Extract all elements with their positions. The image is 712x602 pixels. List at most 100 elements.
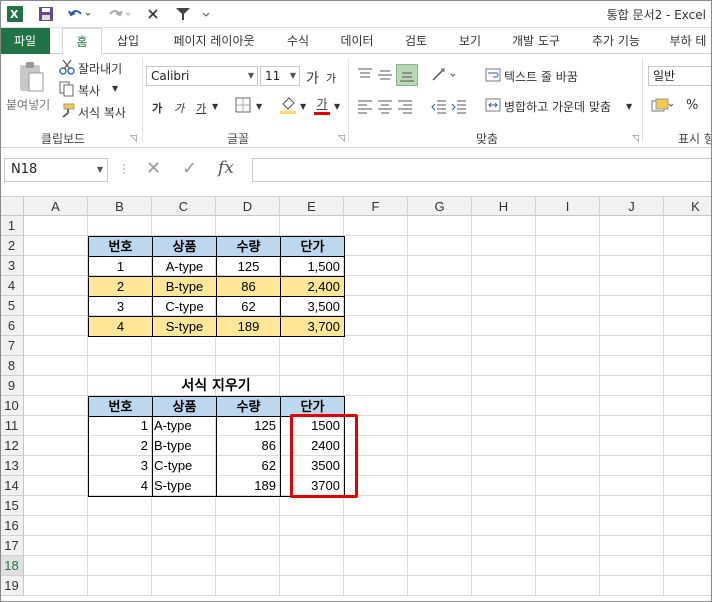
row-header[interactable]: 17 xyxy=(0,536,24,556)
column-header[interactable]: A xyxy=(24,196,88,216)
table1-cell[interactable]: 125 xyxy=(216,256,281,277)
shrink-font-button[interactable]: 가 xyxy=(326,70,336,86)
table2-cell[interactable]: C-type xyxy=(152,456,217,477)
row-header[interactable]: 10 xyxy=(0,396,24,416)
orientation-icon[interactable] xyxy=(430,66,460,84)
formula-input[interactable] xyxy=(252,158,712,182)
name-box[interactable]: N18 ▼ xyxy=(4,158,108,182)
table1-header-cell[interactable]: 단가 xyxy=(280,236,345,257)
fill-color-icon[interactable] xyxy=(278,94,298,116)
fill-dropdown-icon[interactable]: ▼ xyxy=(300,102,306,111)
table1-header-cell[interactable]: 수량 xyxy=(216,236,281,257)
row-header[interactable]: 4 xyxy=(0,276,24,296)
row-header[interactable]: 5 xyxy=(0,296,24,316)
table2-cell[interactable]: 62 xyxy=(216,456,281,477)
insert-function-icon[interactable]: fx xyxy=(218,158,234,178)
accounting-format-icon[interactable] xyxy=(650,96,674,116)
font-size-select[interactable]: 11 ▼ xyxy=(260,66,300,86)
close-x-icon[interactable] xyxy=(144,4,162,24)
column-header[interactable]: K xyxy=(664,196,712,216)
tab-formulas[interactable]: 수식 xyxy=(278,28,318,54)
align-left-icon[interactable] xyxy=(356,98,374,116)
tab-view[interactable]: 보기 xyxy=(450,28,490,54)
wrap-text-icon[interactable] xyxy=(484,66,502,84)
table2-cell[interactable]: 125 xyxy=(216,416,281,437)
tab-insert[interactable]: 삽입 xyxy=(108,28,148,54)
row-header[interactable]: 11 xyxy=(0,416,24,436)
underline-dropdown-icon[interactable]: ▼ xyxy=(212,102,218,111)
font-name-select[interactable]: Calibri ▼ xyxy=(146,66,258,86)
row-header[interactable]: 12 xyxy=(0,436,24,456)
column-header[interactable]: C xyxy=(152,196,216,216)
grow-font-button[interactable]: 가 xyxy=(306,68,319,88)
table1-cell[interactable]: 1,500 xyxy=(280,256,345,277)
copy-dropdown-icon[interactable]: ▼ xyxy=(112,84,118,93)
table1-cell[interactable]: 2 xyxy=(88,276,153,297)
table2-header-cell[interactable]: 수량 xyxy=(216,396,281,417)
copy-button[interactable]: 복사 xyxy=(78,82,100,99)
format-painter-button[interactable]: 서식 복사 xyxy=(78,104,126,121)
column-header[interactable]: I xyxy=(536,196,600,216)
table2-cell[interactable]: 2 xyxy=(88,436,153,457)
row-header[interactable]: 13 xyxy=(0,456,24,476)
increase-indent-icon[interactable] xyxy=(450,98,468,116)
row-header[interactable]: 19 xyxy=(0,576,24,596)
tab-data[interactable]: 데이터 xyxy=(334,28,380,54)
table1-cell[interactable]: 86 xyxy=(216,276,281,297)
column-header[interactable]: G xyxy=(408,196,472,216)
row-header[interactable]: 15 xyxy=(0,496,24,516)
decrease-indent-icon[interactable] xyxy=(430,98,448,116)
font-color-icon[interactable]: 가 xyxy=(312,94,332,116)
table1-cell[interactable]: A-type xyxy=(152,256,217,277)
number-format-select[interactable]: 일반 xyxy=(648,66,712,86)
table1-cell[interactable]: 2,400 xyxy=(280,276,345,297)
table2-cell[interactable]: 4 xyxy=(88,476,153,497)
column-header[interactable]: J xyxy=(600,196,664,216)
table1-cell[interactable]: 3,500 xyxy=(280,296,345,317)
column-header[interactable]: F xyxy=(344,196,408,216)
table1-cell[interactable]: 189 xyxy=(216,316,281,337)
row-header[interactable]: 9 xyxy=(0,376,24,396)
column-header[interactable]: D xyxy=(216,196,280,216)
qat-more-icon[interactable] xyxy=(200,4,212,24)
clipboard-launcher-icon[interactable]: ◹ xyxy=(130,134,137,144)
table1-cell[interactable]: 1 xyxy=(88,256,153,277)
enter-icon[interactable]: ✓ xyxy=(182,158,197,179)
row-header[interactable]: 6 xyxy=(0,316,24,336)
table2-cell[interactable]: 189 xyxy=(216,476,281,497)
merge-center-button[interactable]: 병합하고 가운데 맞춤 xyxy=(504,98,611,115)
table1-cell[interactable]: 62 xyxy=(216,296,281,317)
table2-header-cell[interactable]: 상품 xyxy=(152,396,217,417)
bold-button[interactable]: 가 xyxy=(152,100,162,116)
table1-cell[interactable]: C-type xyxy=(152,296,217,317)
paste-icon[interactable] xyxy=(14,60,48,94)
undo-icon[interactable] xyxy=(66,4,94,24)
percent-style-button[interactable]: % xyxy=(686,98,698,113)
cancel-icon[interactable]: ✕ xyxy=(146,158,161,179)
table1-header-cell[interactable]: 상품 xyxy=(152,236,217,257)
redo-icon[interactable] xyxy=(106,4,134,24)
align-center-icon[interactable] xyxy=(376,98,394,116)
align-bottom-icon[interactable] xyxy=(396,64,418,86)
column-header[interactable]: E xyxy=(280,196,344,216)
align-middle-icon[interactable] xyxy=(376,66,394,84)
row-header[interactable]: 18 xyxy=(0,556,24,576)
row-header[interactable]: 7 xyxy=(0,336,24,356)
merge-dropdown-icon[interactable]: ▼ xyxy=(626,102,632,111)
font-launcher-icon[interactable]: ◹ xyxy=(338,134,345,144)
table2-cell[interactable]: S-type xyxy=(152,476,217,497)
paste-button[interactable]: 붙여넣기 xyxy=(6,96,50,113)
tab-page-layout[interactable]: 페이지 레이아웃 xyxy=(162,28,266,54)
copy-icon[interactable] xyxy=(58,80,76,98)
table2-cell[interactable]: 3 xyxy=(88,456,153,477)
tab-load-test[interactable]: 부하 테 xyxy=(664,28,712,54)
table1-header-cell[interactable]: 번호 xyxy=(88,236,153,257)
align-top-icon[interactable] xyxy=(356,66,374,84)
save-icon[interactable] xyxy=(36,4,56,24)
row-header[interactable]: 16 xyxy=(0,516,24,536)
tab-review[interactable]: 검토 xyxy=(396,28,436,54)
table1-cell[interactable]: S-type xyxy=(152,316,217,337)
tab-addins[interactable]: 추가 기능 xyxy=(584,28,648,54)
italic-button[interactable]: 가 xyxy=(174,100,184,116)
border-icon[interactable] xyxy=(234,96,252,114)
